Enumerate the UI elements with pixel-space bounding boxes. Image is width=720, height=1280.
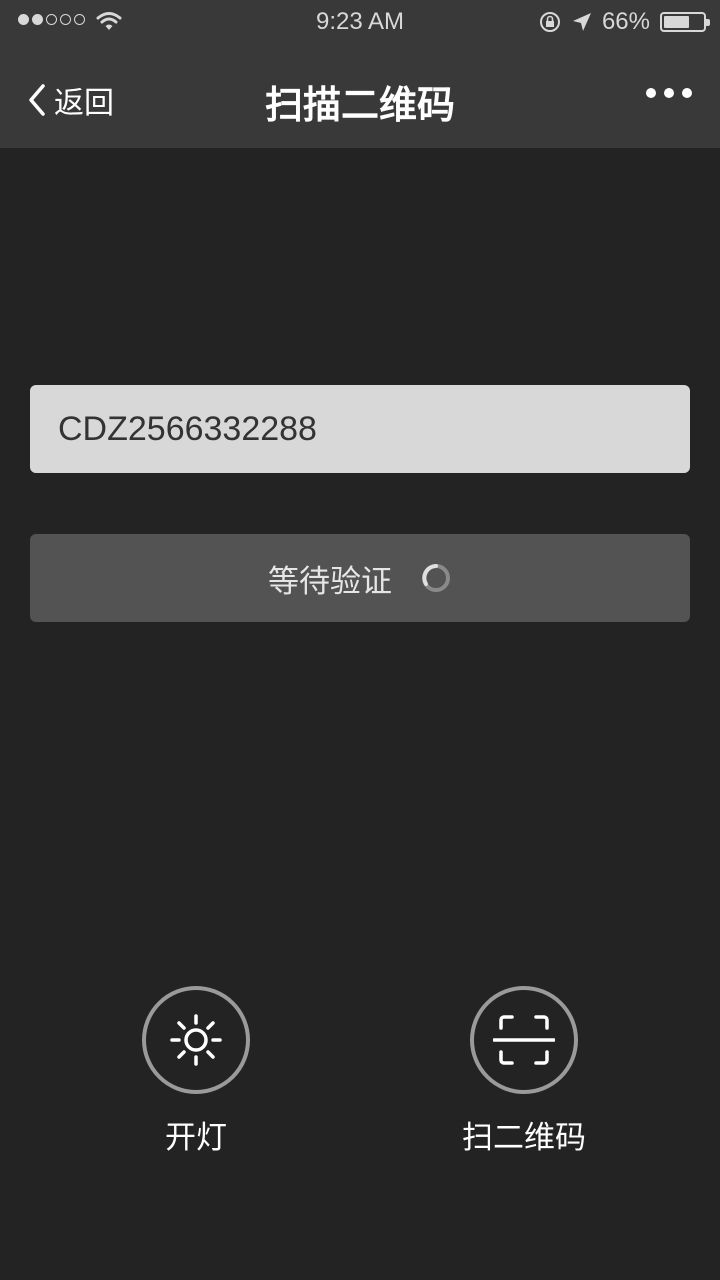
flashlight-label: 开灯 — [165, 1120, 227, 1155]
scan-qr-label: 扫二维码 — [462, 1120, 586, 1155]
battery-icon — [660, 12, 710, 32]
loading-spinner-icon — [422, 564, 450, 592]
scan-qr-circle — [470, 986, 578, 1094]
scan-qr-button[interactable]: 扫二维码 — [424, 986, 624, 1157]
chevron-left-icon — [29, 84, 45, 116]
back-label: 返回 — [54, 87, 114, 120]
nav-bar: 返回 扫描二维码 — [0, 44, 720, 148]
more-icon[interactable] — [646, 88, 692, 98]
verify-button[interactable]: 等待验证 — [30, 534, 690, 622]
flashlight-circle — [142, 986, 250, 1094]
scan-frame-icon — [493, 1015, 555, 1065]
status-bar: 9:23 AM 66% — [0, 0, 720, 44]
rotation-lock-icon — [539, 12, 560, 32]
verify-button-label: 等待验证 — [268, 563, 392, 599]
code-input[interactable] — [30, 385, 690, 473]
battery-percent: 66% — [601, 8, 650, 35]
back-button[interactable]: 返回 — [28, 78, 114, 122]
flashlight-button[interactable]: 开灯 — [96, 986, 296, 1157]
location-icon — [572, 13, 591, 31]
sun-icon — [170, 1014, 222, 1066]
